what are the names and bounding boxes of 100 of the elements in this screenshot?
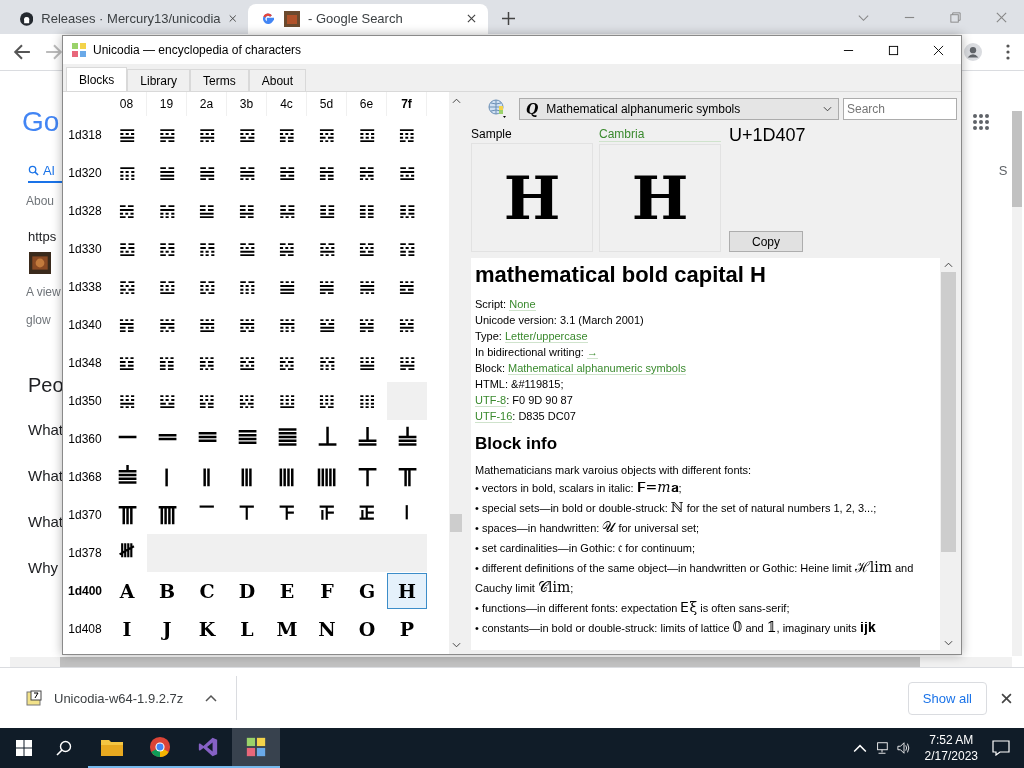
character-cell[interactable]: 𝌶: [347, 231, 387, 267]
character-cell[interactable]: 𝌘: [107, 117, 147, 153]
character-cell[interactable]: 𝍊: [187, 345, 227, 381]
character-cell[interactable]: 𝐄: [267, 573, 307, 609]
scrollbar[interactable]: [1012, 110, 1022, 656]
character-cell[interactable]: 𝍥: [307, 421, 347, 457]
notification-icon[interactable]: [992, 740, 1010, 756]
character-cell[interactable]: 𝌱: [147, 231, 187, 267]
search-tab-label[interactable]: Al: [43, 163, 55, 179]
character-cell[interactable]: 𝍪: [187, 459, 227, 495]
character-cell[interactable]: 𝍦: [347, 421, 387, 457]
character-cell[interactable]: 𝌻: [227, 269, 267, 305]
network-icon[interactable]: [874, 741, 889, 755]
character-cell[interactable]: 𝌞: [347, 117, 387, 153]
character-cell[interactable]: 𝍉: [147, 345, 187, 381]
character-cell[interactable]: 𝌸: [107, 269, 147, 305]
character-cell[interactable]: 𝌝: [307, 117, 347, 153]
character-cell[interactable]: 𝍱: [147, 497, 187, 533]
show-all-button[interactable]: Show all: [907, 681, 987, 715]
character-cell[interactable]: 𝍴: [267, 497, 307, 533]
character-cell[interactable]: 𝌽: [307, 269, 347, 305]
search-field[interactable]: Search: [843, 98, 957, 120]
character-cell[interactable]: 𝌵: [307, 231, 347, 267]
character-cell[interactable]: 𝍀: [107, 307, 147, 343]
download-filename[interactable]: Unicodia-w64-1.9.2.7z: [54, 690, 184, 706]
character-cell[interactable]: 𝍃: [227, 307, 267, 343]
character-cell[interactable]: 𝌛: [227, 117, 267, 153]
window-tab[interactable]: Blocks: [66, 67, 128, 91]
character-cell[interactable]: 𝐏: [387, 611, 427, 647]
character-cell[interactable]: 𝌠: [107, 155, 147, 191]
character-cell[interactable]: 𝐊: [187, 611, 227, 647]
character-cell[interactable]: 𝐎: [347, 611, 387, 647]
character-cell[interactable]: 𝌟: [387, 117, 427, 153]
search-icon[interactable]: [56, 740, 72, 756]
character-cell[interactable]: 𝌢: [187, 155, 227, 191]
character-cell[interactable]: 𝍭: [307, 459, 347, 495]
character-cell[interactable]: 𝌜: [267, 117, 307, 153]
question-text[interactable]: What: [28, 512, 62, 535]
character-cell[interactable]: 𝍣: [227, 421, 267, 457]
character-cell[interactable]: 𝍌: [267, 345, 307, 381]
character-cell[interactable]: 𝌧: [387, 155, 427, 191]
scroll-thumb[interactable]: [450, 514, 462, 532]
new-tab-icon[interactable]: [502, 11, 515, 25]
question-text[interactable]: What: [28, 466, 62, 489]
copy-button[interactable]: Copy: [729, 231, 803, 252]
character-cell[interactable]: 𝌚: [187, 117, 227, 153]
character-cell[interactable]: 𝍑: [147, 383, 187, 419]
character-cell[interactable]: 𝌣: [227, 155, 267, 191]
character-cell[interactable]: 𝍤: [267, 421, 307, 457]
character-cell[interactable]: 𝐉: [147, 611, 187, 647]
character-cell[interactable]: 𝌥: [307, 155, 347, 191]
character-cell[interactable]: 𝐀: [107, 573, 147, 609]
character-cell[interactable]: 𝌤: [267, 155, 307, 191]
scroll-thumb[interactable]: [941, 272, 956, 552]
property-link[interactable]: Mathematical alphanumeric symbols: [508, 362, 686, 375]
character-cell[interactable]: 𝐌: [267, 611, 307, 647]
character-cell[interactable]: 𝍏: [387, 345, 427, 381]
window-tab[interactable]: About: [248, 69, 307, 91]
apps-grid-icon[interactable]: [972, 112, 990, 131]
character-cell[interactable]: 𝌯: [387, 193, 427, 229]
font-link[interactable]: Cambria: [599, 127, 721, 142]
character-cell[interactable]: 𝍸: [107, 535, 147, 571]
character-cell[interactable]: 𝍕: [307, 383, 347, 419]
character-cell[interactable]: 𝍫: [227, 459, 267, 495]
character-cell[interactable]: 𝐋: [227, 611, 267, 647]
character-cell[interactable]: 𝌪: [187, 193, 227, 229]
character-cell[interactable]: 𝍡: [147, 421, 187, 457]
character-cell[interactable]: 𝌦: [347, 155, 387, 191]
character-cell[interactable]: 𝍷: [387, 497, 427, 533]
character-cell[interactable]: 𝍲: [187, 497, 227, 533]
character-cell[interactable]: 𝐆: [347, 573, 387, 609]
scroll-down-icon[interactable]: [451, 642, 461, 648]
character-cell[interactable]: 𝌳: [227, 231, 267, 267]
property-link[interactable]: Letter/uppercase: [504, 330, 588, 343]
character-cell[interactable]: 𝌬: [267, 193, 307, 229]
window-tab[interactable]: Terms: [190, 69, 249, 91]
close-icon[interactable]: [1001, 692, 1012, 704]
windows-start-icon[interactable]: [16, 740, 32, 756]
volume-icon[interactable]: [896, 741, 911, 755]
character-cell[interactable]: 𝌮: [347, 193, 387, 229]
character-cell[interactable]: 𝐇: [387, 573, 427, 609]
character-cell[interactable]: 𝍄: [267, 307, 307, 343]
property-link[interactable]: →: [586, 346, 598, 359]
character-cell[interactable]: 𝍎: [347, 345, 387, 381]
character-cell[interactable]: 𝌴: [267, 231, 307, 267]
profile-icon[interactable]: [964, 42, 982, 61]
property-link[interactable]: None: [509, 298, 536, 311]
character-cell[interactable]: 𝍆: [347, 307, 387, 343]
character-cell[interactable]: 𝍋: [227, 345, 267, 381]
character-cell[interactable]: 𝍧: [387, 421, 427, 457]
character-cell[interactable]: 𝍔: [267, 383, 307, 419]
character-cell[interactable]: 𝐅: [307, 573, 347, 609]
caret-icon[interactable]: [205, 694, 218, 703]
character-cell[interactable]: 𝌡: [147, 155, 187, 191]
scrollbar[interactable]: [449, 92, 463, 654]
character-cell[interactable]: 𝍐: [107, 383, 147, 419]
character-cell[interactable]: 𝌫: [227, 193, 267, 229]
window-tab[interactable]: Library: [127, 69, 191, 91]
scroll-down-icon[interactable]: [944, 640, 953, 646]
character-cell[interactable]: 𝍁: [147, 307, 187, 343]
